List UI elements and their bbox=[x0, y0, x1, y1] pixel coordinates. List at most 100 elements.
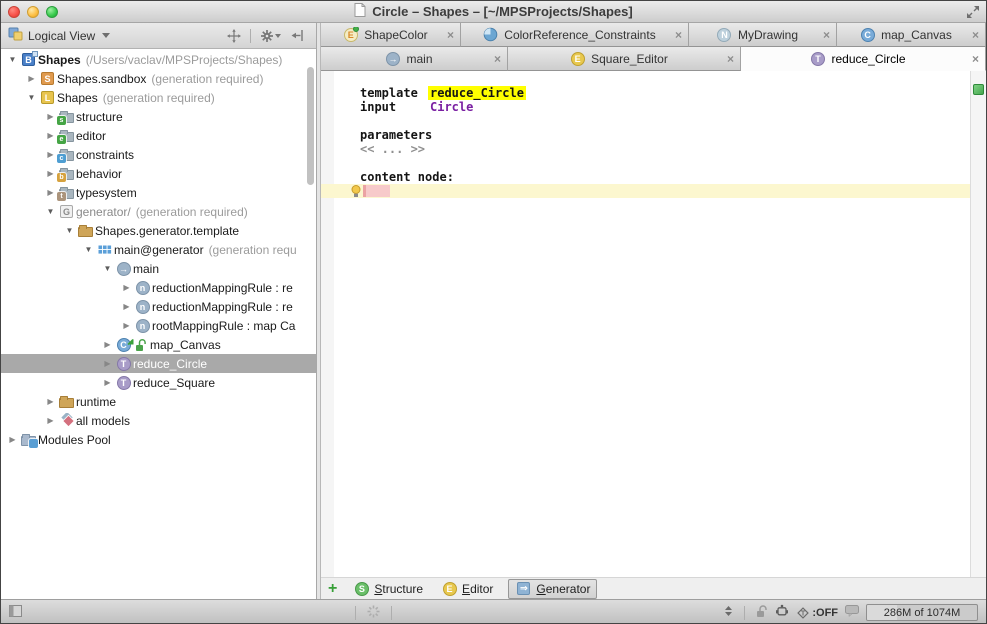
tree-item-label: Shapes bbox=[38, 53, 81, 67]
scroll-to-node-icon[interactable] bbox=[227, 29, 241, 43]
close-tab-icon[interactable]: × bbox=[675, 28, 682, 42]
tree-item-Shapes-sandbox[interactable]: ▶SShapes.sandbox(generation required) bbox=[1, 69, 316, 88]
tree-item-main-generator[interactable]: ▼main@generator(generation requ bbox=[1, 240, 316, 259]
template-t-icon: T bbox=[115, 356, 132, 372]
expand-arrow-icon[interactable]: ▶ bbox=[24, 74, 39, 83]
tree-item-reduce_Square[interactable]: ▶Treduce_Square bbox=[1, 373, 316, 392]
add-aspect-button[interactable]: + bbox=[328, 581, 337, 597]
tree-item-runtime[interactable]: ▶runtime bbox=[1, 392, 316, 411]
error-stripe[interactable] bbox=[970, 71, 986, 577]
view-selector[interactable]: Logical View bbox=[8, 27, 110, 44]
tab-MyDrawing[interactable]: NMyDrawing× bbox=[689, 23, 837, 47]
node-n-icon: n bbox=[134, 318, 151, 334]
collapse-arrow-icon[interactable]: ▼ bbox=[62, 226, 77, 235]
line-column-stepper-icon[interactable] bbox=[724, 605, 733, 620]
expand-arrow-icon[interactable]: ▶ bbox=[100, 359, 115, 368]
tree-scrollbar[interactable] bbox=[307, 67, 314, 185]
expand-arrow-icon[interactable]: ▶ bbox=[100, 340, 115, 349]
template-t-icon: T bbox=[115, 375, 132, 391]
tree-item-reductionMappingRule-re[interactable]: ▶nreductionMappingRule : re bbox=[1, 297, 316, 316]
input-concept-cell[interactable]: Circle bbox=[430, 100, 473, 114]
event-log-bubble-icon[interactable] bbox=[845, 605, 859, 620]
collapse-arrow-icon[interactable]: ▼ bbox=[43, 207, 58, 216]
tree-item-typesystem[interactable]: ▶ttypesystem bbox=[1, 183, 316, 202]
tab-reduce_Circle[interactable]: Treduce_Circle× bbox=[741, 47, 986, 71]
parameters-empty-cell[interactable]: << ... >> bbox=[321, 142, 970, 156]
hector-inspector-icon[interactable] bbox=[775, 604, 789, 621]
tree-item-Shapes-generator-template[interactable]: ▼ Shapes.generator.template bbox=[1, 221, 316, 240]
tree-item-behavior[interactable]: ▶bbehavior bbox=[1, 164, 316, 183]
editor-tab-row-2: →main×ESquare_Editor×Treduce_Circle× bbox=[321, 47, 986, 71]
tree-item-structure[interactable]: ▶sstructure bbox=[1, 107, 316, 126]
tree-item-label: Shapes.generator.template bbox=[95, 224, 239, 238]
fullscreen-icon[interactable] bbox=[966, 5, 980, 22]
hide-panel-icon[interactable] bbox=[291, 29, 304, 42]
tab-ShapeColor[interactable]: E ShapeColor × bbox=[321, 23, 461, 47]
collapse-arrow-icon[interactable]: ▼ bbox=[5, 55, 20, 64]
expand-arrow-icon[interactable]: ▶ bbox=[43, 169, 58, 178]
intention-bulb-icon[interactable] bbox=[351, 185, 361, 203]
tree-item-map_Canvas[interactable]: ▶Cmap_Canvas bbox=[1, 335, 316, 354]
aspect-tab-generator[interactable]: ⇒Generator bbox=[508, 579, 597, 599]
folder-typesystem-icon: t bbox=[58, 185, 75, 201]
memory-indicator[interactable]: 286M of 1074M bbox=[866, 604, 978, 621]
tab-map_Canvas[interactable]: Cmap_Canvas× bbox=[837, 23, 986, 47]
template-editor[interactable]: templatereduce_Circle inputCircle parame… bbox=[321, 71, 986, 577]
expand-arrow-icon[interactable]: ▶ bbox=[43, 112, 58, 121]
tab-ColorReference_Constraints[interactable]: ColorReference_Constraints× bbox=[461, 23, 689, 47]
highlighting-level-toggle[interactable]: T :OFF bbox=[796, 606, 838, 620]
expand-arrow-icon[interactable]: ▶ bbox=[43, 397, 58, 406]
tree-item-main[interactable]: ▼→main bbox=[1, 259, 316, 278]
tab-main[interactable]: →main× bbox=[321, 47, 508, 71]
tree-item-generator-[interactable]: ▼Ggenerator/(generation required) bbox=[1, 202, 316, 221]
expand-arrow-icon[interactable]: ▶ bbox=[100, 378, 115, 387]
collapse-arrow-icon[interactable]: ▼ bbox=[24, 93, 39, 102]
expand-arrow-icon[interactable]: ▶ bbox=[119, 321, 134, 330]
tree-item-constraints[interactable]: ▶cconstraints bbox=[1, 145, 316, 164]
zoom-window-button[interactable] bbox=[46, 6, 58, 18]
close-window-button[interactable] bbox=[8, 6, 20, 18]
close-tab-icon[interactable]: × bbox=[494, 52, 501, 66]
tab-label: ShapeColor bbox=[364, 28, 427, 42]
template-name-cell[interactable]: reduce_Circle bbox=[428, 86, 526, 100]
lock-icon[interactable] bbox=[756, 605, 768, 621]
expand-arrow-icon[interactable]: ▶ bbox=[43, 150, 58, 159]
minimize-window-button[interactable] bbox=[27, 6, 39, 18]
typesystem-diamond-icon: T bbox=[796, 606, 810, 620]
tree-item-reduce_Circle[interactable]: ▶Treduce_Circle bbox=[1, 354, 316, 373]
collapse-arrow-icon[interactable]: ▼ bbox=[100, 264, 115, 273]
editor-area: EShapeColor×ColorReference_Constraints×N… bbox=[321, 23, 986, 599]
tree-item-editor[interactable]: ▶eeditor bbox=[1, 126, 316, 145]
close-tab-icon[interactable]: × bbox=[972, 52, 979, 66]
tree-item-Shapes[interactable]: ▼BShapes(/Users/vaclav/MPSProjects/Shape… bbox=[1, 50, 316, 69]
close-tab-icon[interactable]: × bbox=[727, 52, 734, 66]
tab-Square_Editor[interactable]: ESquare_Editor× bbox=[508, 47, 741, 71]
expand-arrow-icon[interactable]: ▶ bbox=[43, 188, 58, 197]
tree-item-label: rootMappingRule : map Ca bbox=[152, 319, 295, 333]
folder-icon bbox=[58, 394, 75, 410]
settings-gear-icon[interactable] bbox=[260, 29, 281, 43]
tree-item-rootMappingRule-map-Ca[interactable]: ▶nrootMappingRule : map Ca bbox=[1, 316, 316, 335]
expand-arrow-icon[interactable]: ▶ bbox=[5, 435, 20, 444]
expand-arrow-icon[interactable]: ▶ bbox=[43, 416, 58, 425]
expand-arrow-icon[interactable]: ▶ bbox=[43, 131, 58, 140]
editor-badge-e-modified-icon: E bbox=[342, 27, 359, 43]
empty-content-node-cell[interactable] bbox=[363, 185, 390, 197]
aspect-tab-editor[interactable]: EEditor bbox=[438, 580, 496, 598]
tree-item-all-models[interactable]: ▶all models bbox=[1, 411, 316, 430]
close-tab-icon[interactable]: × bbox=[823, 28, 830, 42]
content-node-label: content node: bbox=[360, 170, 454, 184]
toolwindow-toggle-icon[interactable] bbox=[9, 605, 22, 620]
tree-item-Shapes[interactable]: ▼LShapes(generation required) bbox=[1, 88, 316, 107]
tree-item-reductionMappingRule-re[interactable]: ▶nreductionMappingRule : re bbox=[1, 278, 316, 297]
expand-arrow-icon[interactable]: ▶ bbox=[119, 302, 134, 311]
project-panel: Logical View ▼BShapes(/Users/vaclav/MPSP… bbox=[1, 23, 317, 599]
aspect-tab-structure[interactable]: SStructure bbox=[350, 580, 426, 598]
close-tab-icon[interactable]: × bbox=[972, 28, 979, 42]
expand-arrow-icon[interactable]: ▶ bbox=[119, 283, 134, 292]
tree-item-annotation: (generation requ bbox=[209, 243, 297, 257]
collapse-arrow-icon[interactable]: ▼ bbox=[81, 245, 96, 254]
tree-item-Modules-Pool[interactable]: ▶Modules Pool bbox=[1, 430, 316, 449]
chevron-down-icon bbox=[102, 33, 110, 38]
close-tab-icon[interactable]: × bbox=[447, 28, 454, 42]
